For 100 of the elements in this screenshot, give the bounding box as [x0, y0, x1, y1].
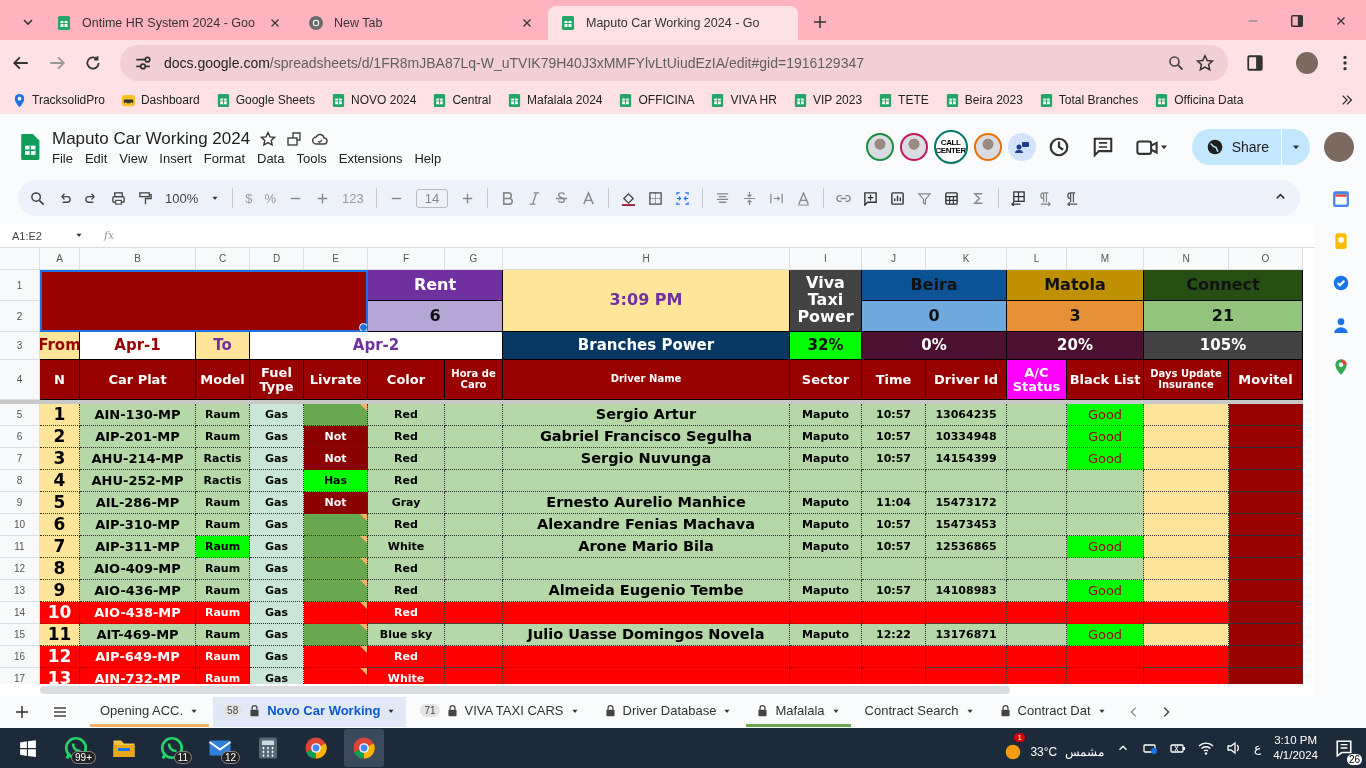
banner-cell[interactable]: 105%: [1144, 332, 1303, 360]
zoom-select[interactable]: 100%: [165, 190, 199, 206]
column-header[interactable]: K: [926, 248, 1007, 270]
collaborator-avatar[interactable]: CALL CENTER: [933, 130, 968, 164]
star-icon[interactable]: [260, 130, 277, 147]
bookmark[interactable]: Total Branches: [1038, 92, 1139, 108]
language-indicator[interactable]: ع: [1254, 741, 1262, 755]
side-panel-icon[interactable]: [1246, 54, 1264, 72]
column-header[interactable]: C: [196, 248, 250, 270]
row-header[interactable]: 12: [0, 558, 40, 580]
column-header[interactable]: N: [1144, 248, 1229, 270]
taskbar-app[interactable]: 11: [152, 729, 192, 767]
scrollbar-thumb[interactable]: [40, 686, 1010, 694]
column-header[interactable]: H: [503, 248, 790, 270]
collaborator-avatar[interactable]: [899, 133, 928, 161]
column-header[interactable]: B: [80, 248, 196, 270]
banner-cell[interactable]: 0: [862, 301, 1007, 332]
browser-tab[interactable]: New Tab: [296, 6, 546, 40]
wifi-icon[interactable]: [1198, 740, 1215, 756]
sheet-tab[interactable]: 58 Novo Car Working: [213, 697, 407, 727]
banner-cell[interactable]: 21: [1144, 301, 1303, 332]
merge-cells-icon[interactable]: [675, 190, 691, 206]
bookmark[interactable]: Central: [432, 92, 492, 108]
row-header[interactable]: 2: [0, 301, 40, 332]
profile-avatar[interactable]: [1296, 52, 1318, 74]
zoom-icon[interactable]: [1168, 55, 1184, 71]
menu-item[interactable]: File: [52, 150, 73, 166]
merged-cell[interactable]: [40, 270, 368, 332]
banner-cell[interactable]: To: [196, 332, 250, 360]
sheet-tab[interactable]: Contract Dat: [988, 697, 1117, 727]
bold-icon[interactable]: [500, 190, 516, 206]
row-header[interactable]: 1: [0, 270, 40, 301]
taskbar-app[interactable]: 99+: [56, 729, 96, 767]
row-header[interactable]: 15: [0, 624, 40, 646]
banner-cell[interactable]: 3: [1007, 301, 1144, 332]
contacts-icon[interactable]: [1331, 316, 1350, 334]
comment-icon[interactable]: [1091, 136, 1114, 158]
column-header[interactable]: G: [445, 248, 503, 270]
banner-cell[interactable]: Rent: [368, 270, 503, 301]
column-header[interactable]: E: [304, 248, 368, 270]
filter-views-icon[interactable]: [944, 190, 960, 206]
history-icon[interactable]: [1047, 136, 1070, 158]
banner-cell[interactable]: 6: [368, 301, 503, 332]
menu-item[interactable]: View: [119, 150, 148, 166]
row-header[interactable]: 7: [0, 448, 40, 470]
bookmark[interactable]: VIVA HR: [710, 92, 777, 108]
row-header[interactable]: 8: [0, 470, 40, 492]
more-bookmarks-icon[interactable]: [1340, 93, 1354, 107]
document-title[interactable]: Maputo Car Working 2024: [52, 128, 251, 149]
row-header[interactable]: 3: [0, 332, 40, 360]
browser-tab[interactable]: Maputo Car Working 2024 - Go: [548, 6, 798, 40]
banner-cell[interactable]: Branches Power: [503, 332, 790, 360]
banner-cell[interactable]: From: [40, 332, 80, 360]
sheet-tab[interactable]: Contract Search: [854, 697, 985, 727]
bookmark[interactable]: NOVO 2024: [331, 92, 417, 108]
text-color-icon[interactable]: [581, 190, 597, 206]
bookmark[interactable]: Mafalala 2024: [507, 92, 603, 108]
row-header[interactable]: 13: [0, 580, 40, 602]
clock-date[interactable]: 4/1/2024: [1273, 748, 1318, 763]
restore-icon[interactable]: [1290, 14, 1304, 28]
bookmark[interactable]: Google Sheets: [215, 92, 316, 108]
back-icon[interactable]: [12, 54, 30, 72]
reload-icon[interactable]: [84, 54, 102, 72]
bookmark[interactable]: VIP 2023: [792, 92, 863, 108]
menu-item[interactable]: Data: [257, 150, 285, 166]
notifications-icon[interactable]: [1335, 739, 1353, 757]
menu-item[interactable]: Tools: [296, 150, 327, 166]
address-bar[interactable]: docs.google.com/spreadsheets/d/1FR8mJBA87Lq-W_uTVIK79H40J3xMMFYlvLtUiudEzIA/edit#gid=1916129347: [120, 45, 1228, 81]
row-header[interactable]: 9: [0, 492, 40, 514]
row-header[interactable]: 11: [0, 536, 40, 558]
share-button[interactable]: Share: [1191, 129, 1310, 165]
name-box[interactable]: A1:E2: [12, 229, 84, 242]
taskbar-app[interactable]: 12: [200, 729, 240, 767]
borders-icon[interactable]: [648, 190, 664, 206]
banner-cell[interactable]: Matola: [1007, 270, 1144, 301]
browser-tab[interactable]: Ontime HR System 2024 - Goo: [44, 6, 294, 40]
banner-cell[interactable]: 32%: [790, 332, 862, 360]
menu-item[interactable]: Insert: [159, 150, 192, 166]
search-icon[interactable]: [30, 190, 45, 206]
calendar-icon[interactable]: [1331, 190, 1350, 208]
taskbar-app[interactable]: [344, 729, 384, 767]
column-header[interactable]: I: [790, 248, 862, 270]
collaborator-avatar[interactable]: [973, 133, 1002, 161]
strikethrough-icon[interactable]: [554, 190, 570, 206]
banner-cell[interactable]: 3:09 PM: [503, 270, 790, 332]
row-header[interactable]: 16: [0, 646, 40, 668]
banner-cell[interactable]: Apr-2: [250, 332, 503, 360]
column-header[interactable]: A: [40, 248, 80, 270]
site-settings-icon[interactable]: [134, 54, 152, 72]
bookmark[interactable]: OFFICINA: [618, 92, 695, 108]
banner-cell[interactable]: 0%: [862, 332, 1007, 360]
left-to-right-icon[interactable]: [1038, 190, 1054, 206]
collaborator-avatar[interactable]: [865, 133, 894, 161]
bookmark[interactable]: TracksolidPro: [12, 92, 105, 108]
bookmark[interactable]: TETE: [878, 92, 929, 108]
bookmark[interactable]: Officina Data: [1154, 92, 1244, 108]
column-header[interactable]: L: [1007, 248, 1067, 270]
meet-icon[interactable]: [1007, 133, 1036, 161]
menu-item[interactable]: Extensions: [338, 150, 403, 166]
menu-item[interactable]: Help: [414, 150, 442, 166]
